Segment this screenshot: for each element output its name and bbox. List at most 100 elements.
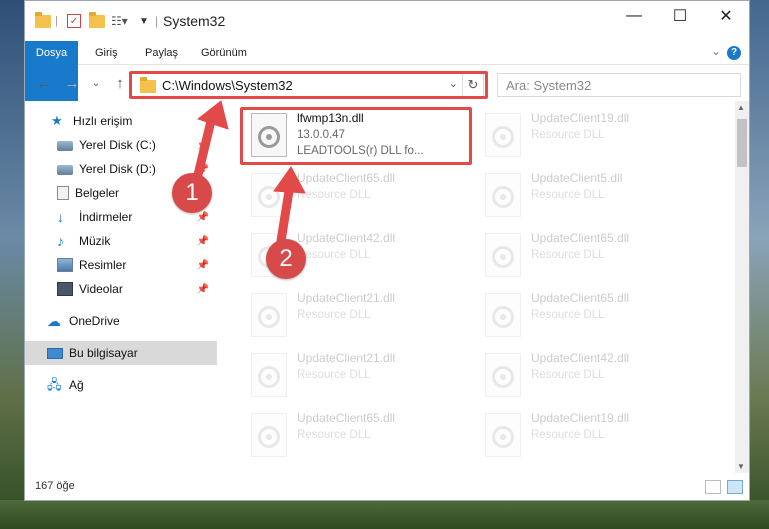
desktop-background-bottom [0,500,769,529]
search-placeholder: Ara: System32 [506,78,592,93]
up-arrow-icon[interactable]: ↑ [109,73,131,95]
file-item[interactable]: UpdateClient65.dll Resource DLL [475,287,699,347]
file-item[interactable]: UpdateClient19.dll Resource DLL [475,107,699,167]
file-item[interactable]: UpdateClient42.dll Resource DLL [475,347,699,407]
title-separator: | [155,14,159,28]
minimize-button[interactable]: — [611,1,657,31]
status-bar: 167 öğe [25,475,749,500]
tab-home[interactable]: Giriş [83,41,130,65]
file-type: Resource DLL [531,249,605,261]
pin-icon[interactable]: 📌 [197,140,209,151]
item-count: 167 öğe [35,480,75,492]
pin-icon[interactable]: 📌 [197,164,209,175]
file-item[interactable]: UpdateClient19.dll Resource DLL [475,407,699,467]
scroll-up-icon[interactable]: ▲ [737,103,745,112]
sidebar-item-label: Ağ [69,378,84,392]
file-type: Resource DLL [297,189,371,201]
pin-icon[interactable]: 📌 [197,236,209,247]
toolbar-dropdown-icon[interactable]: ▼ [139,12,149,30]
help-icon[interactable]: ? [727,46,741,60]
gear-icon [492,126,514,148]
file-item[interactable]: UpdateClient65.dll Resource DLL [241,407,465,467]
chevron-down-icon[interactable]: ⌄ [711,44,721,58]
dll-file-icon [485,173,521,217]
maximize-button[interactable]: ☐ [657,1,703,31]
sidebar-item-network[interactable]: 🖧 Ağ [25,373,217,397]
documents-icon [57,186,69,200]
file-type: Resource DLL [297,309,371,321]
dll-file-icon [251,293,287,337]
file-type: Resource DLL [297,249,371,261]
search-input[interactable]: Ara: System32 [497,73,741,97]
tiles-view-icon[interactable] [727,480,743,494]
tab-view[interactable]: Görünüm [189,41,259,65]
scrollbar-thumb[interactable] [737,119,747,167]
navigation-pane: ★ Hızlı erişim Yerel Disk (C:) 📌 Yerel D… [25,105,219,470]
folder-icon [35,11,51,30]
step-2-badge: 2 [266,239,306,279]
dll-file-icon [485,113,521,157]
file-highlight [240,107,472,165]
file-item[interactable]: UpdateClient21.dll Resource DLL [241,347,465,407]
file-type: Resource DLL [531,429,605,441]
pin-icon[interactable]: 📌 [197,284,209,295]
pin-icon[interactable]: 📌 [197,212,209,223]
gear-icon [492,426,514,448]
dll-file-icon [485,293,521,337]
gear-icon [492,246,514,268]
sidebar-item-quick-access[interactable]: ★ Hızlı erişim [25,109,217,133]
scroll-down-icon[interactable]: ▼ [737,462,745,471]
music-icon: ♪ [57,233,64,249]
file-name: UpdateClient65.dll [297,411,396,425]
forward-arrow-icon[interactable]: → [61,73,83,95]
file-type: Resource DLL [297,429,371,441]
file-type: Resource DLL [531,129,605,141]
pictures-icon [57,258,73,272]
file-name: UpdateClient21.dll [297,291,396,305]
vertical-scrollbar[interactable]: ▲ ▼ [735,101,749,473]
file-type: Resource DLL [531,189,605,201]
sidebar-item-label: Videolar [79,282,123,296]
new-folder-icon[interactable] [89,11,105,30]
file-name: UpdateClient65.dll [297,171,396,185]
sidebar-item-pictures[interactable]: Resimler 📌 [25,253,217,277]
file-item[interactable]: UpdateClient5.dll Resource DLL [475,167,699,227]
sidebar-item-videos[interactable]: Videolar 📌 [25,277,217,301]
sidebar-item-label: İndirmeler [79,210,133,224]
tab-share[interactable]: Paylaş [133,41,190,65]
computer-icon [47,348,63,359]
file-name: UpdateClient21.dll [297,351,396,365]
file-item[interactable]: UpdateClient65.dll Resource DLL [475,227,699,287]
ribbon-tabs: Dosya Giriş Paylaş Görünüm ⌄ ? [25,41,749,101]
sidebar-item-label: Resimler [79,258,127,272]
file-name: UpdateClient19.dll [531,111,630,125]
dll-file-icon [485,413,521,457]
sidebar-item-music[interactable]: ♪ Müzik 📌 [25,229,217,253]
dll-file-icon [485,353,521,397]
properties-icon[interactable]: ✓ [67,14,81,28]
network-icon: 🖧 [47,377,62,392]
customize-toolbar-icon[interactable]: ☷▾ [111,12,128,30]
file-type: Resource DLL [531,369,605,381]
pin-icon[interactable]: 📌 [197,260,209,271]
file-name: UpdateClient42.dll [531,351,630,365]
sidebar-item-label: Hızlı erişim [73,114,133,128]
back-arrow-icon[interactable]: ← [33,73,55,95]
gear-icon [492,186,514,208]
sidebar-item-this-pc[interactable]: Bu bilgisayar [25,341,217,365]
dll-file-icon [251,173,287,217]
close-button[interactable]: ✕ [703,1,749,31]
gear-icon [258,306,280,328]
recent-locations-icon[interactable]: ⌄ [85,73,107,95]
sidebar-item-local-disk-c[interactable]: Yerel Disk (C:) 📌 [25,133,217,157]
file-item[interactable]: UpdateClient21.dll Resource DLL [241,287,465,347]
explorer-window: | ✓ ☷▾ ▼ | System32 — ☐ ✕ Dosya Giriş Pa… [24,0,750,501]
drive-icon [57,165,73,175]
sidebar-item-label: Yerel Disk (D:) [79,162,156,176]
star-icon: ★ [51,113,63,128]
sidebar-item-onedrive[interactable]: ☁ OneDrive [25,309,217,333]
sidebar-item-label: Belgeler [75,186,120,200]
details-view-icon[interactable] [705,480,721,494]
file-item[interactable]: UpdateClient65.dll Resource DLL [241,167,465,227]
window-title: System32 [163,13,226,29]
